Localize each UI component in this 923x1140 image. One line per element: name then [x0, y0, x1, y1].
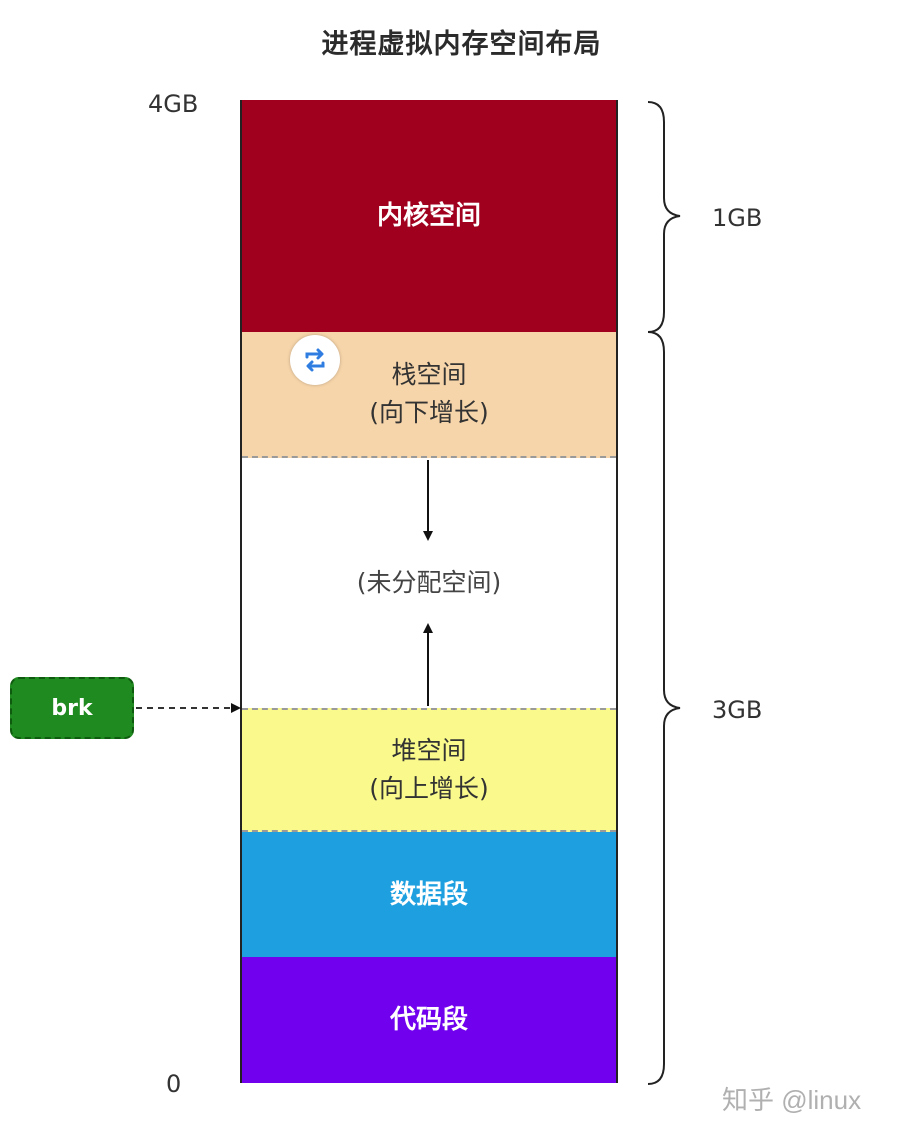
watermark: 知乎 @linux — [722, 1085, 862, 1115]
user-size-label: 3GB — [712, 696, 763, 724]
sync-button[interactable] — [290, 335, 340, 385]
sync-icon — [305, 348, 325, 372]
kernel-brace — [647, 101, 681, 333]
brk-pointer-label: brk — [10, 677, 134, 739]
user-brace — [647, 331, 681, 1085]
diagram-connectors — [136, 101, 681, 1085]
kernel-size-label: 1GB — [712, 204, 763, 232]
